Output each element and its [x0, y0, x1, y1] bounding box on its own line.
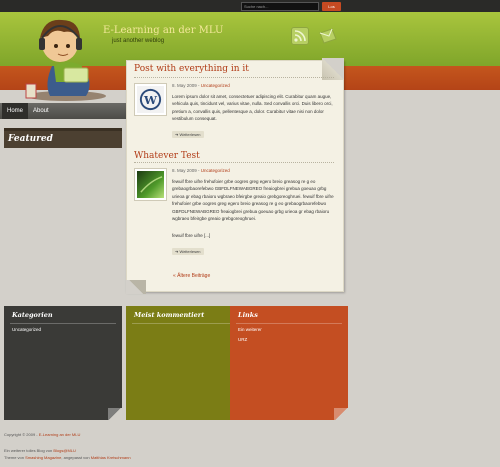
- footer-copyright: Copyright © 2009 - E-Learning an der MLU: [4, 432, 80, 437]
- widget-meist-kommentiert: Meist kommentiert: [126, 306, 244, 420]
- arrow-right-icon: ➔: [175, 249, 179, 254]
- green-image-icon: [137, 171, 164, 198]
- search-input[interactable]: Suche nach...: [241, 2, 319, 11]
- site-title[interactable]: E-Learning an der MLU: [103, 25, 223, 36]
- post-meta: 8. May 2009 - Uncategorized: [172, 168, 230, 173]
- post-divider: [134, 162, 334, 163]
- widget-divider: [10, 323, 116, 324]
- widget-links: Links Ein weiterer URZ: [230, 306, 348, 420]
- post-title[interactable]: Post with everything in it: [134, 64, 249, 74]
- read-more-label: Weiterlesen: [179, 249, 201, 254]
- post-category[interactable]: Uncategorized: [201, 168, 230, 173]
- post-meta: 8. May 2009 - Uncategorized: [172, 83, 230, 88]
- paper-fold-bottom: [126, 280, 146, 294]
- post-thumbnail[interactable]: [134, 168, 167, 201]
- footer-author-link[interactable]: Matthias Kretschmann: [91, 455, 131, 460]
- widget-link-ein-weiterer[interactable]: Ein weiterer: [238, 327, 262, 332]
- post-category[interactable]: Uncategorized: [201, 83, 230, 88]
- widget-divider: [132, 323, 238, 324]
- arrow-right-icon: ➔: [175, 132, 179, 137]
- footer-copyright-text: Copyright © 2009 -: [4, 432, 38, 437]
- footer-site-link[interactable]: E-Learning an der MLU: [39, 432, 81, 437]
- mail-icon[interactable]: [318, 27, 338, 45]
- footer-line3-text: Theme von: [4, 455, 25, 460]
- post-title[interactable]: Whatever Test: [134, 151, 200, 161]
- widget-title: Links: [238, 311, 258, 319]
- featured-box: Featured: [4, 128, 122, 148]
- svg-text:W: W: [143, 93, 158, 107]
- read-more-label: Weiterlesen: [179, 132, 201, 137]
- post-excerpt-truncated: fewuif fbre uifre [...]: [172, 233, 211, 238]
- widget-kategorien: Kategorien Uncategorized: [4, 306, 122, 420]
- nav-item-about[interactable]: About: [28, 103, 54, 119]
- widget-title: Kategorien: [12, 311, 53, 319]
- read-more-button[interactable]: ➔ Weiterlesen: [172, 131, 204, 138]
- widget-link-uncategorized[interactable]: Uncategorized: [12, 327, 41, 332]
- main-nav: Home About: [0, 103, 128, 119]
- site-tagline: just another weblog: [112, 38, 165, 44]
- featured-title: Featured: [8, 134, 53, 144]
- footer-line-theme: Theme von Smashing Magazine, angepasst v…: [4, 455, 131, 460]
- older-posts-link[interactable]: « Ältere Beiträge: [173, 273, 210, 279]
- post-excerpt: fewuif fbre uifre frehufoier grbe oogres…: [172, 179, 334, 222]
- footer-blogs-link[interactable]: Blogs@MLU: [53, 448, 76, 453]
- post-thumbnail[interactable]: W: [134, 83, 167, 116]
- search-button[interactable]: Los: [322, 2, 341, 11]
- read-more-button[interactable]: ➔ Weiterlesen: [172, 248, 204, 255]
- post-date: 8. May 2009 -: [172, 168, 200, 173]
- footer-line3-mid: , angepasst von: [61, 455, 90, 460]
- nav-item-home[interactable]: Home: [2, 103, 29, 119]
- widget-title: Meist kommentiert: [134, 311, 205, 319]
- post-divider: [134, 77, 334, 78]
- widget-fold: [108, 408, 122, 420]
- mascot-illustration: [14, 6, 114, 102]
- widget-fold: [334, 408, 348, 420]
- rss-icon[interactable]: [291, 27, 309, 45]
- footer-smashing-link[interactable]: Smashing Magazine: [25, 455, 61, 460]
- footer-line-blog: Ein weiterer tolles Blog von Blogs@MLU: [4, 448, 76, 453]
- footer-line2-text: Ein weiterer tolles Blog von: [4, 448, 53, 453]
- widget-link-urz[interactable]: URZ: [238, 337, 247, 342]
- widget-divider: [236, 323, 342, 324]
- wordpress-logo-icon: W: [137, 86, 164, 113]
- post-date: 8. May 2009 -: [172, 83, 200, 88]
